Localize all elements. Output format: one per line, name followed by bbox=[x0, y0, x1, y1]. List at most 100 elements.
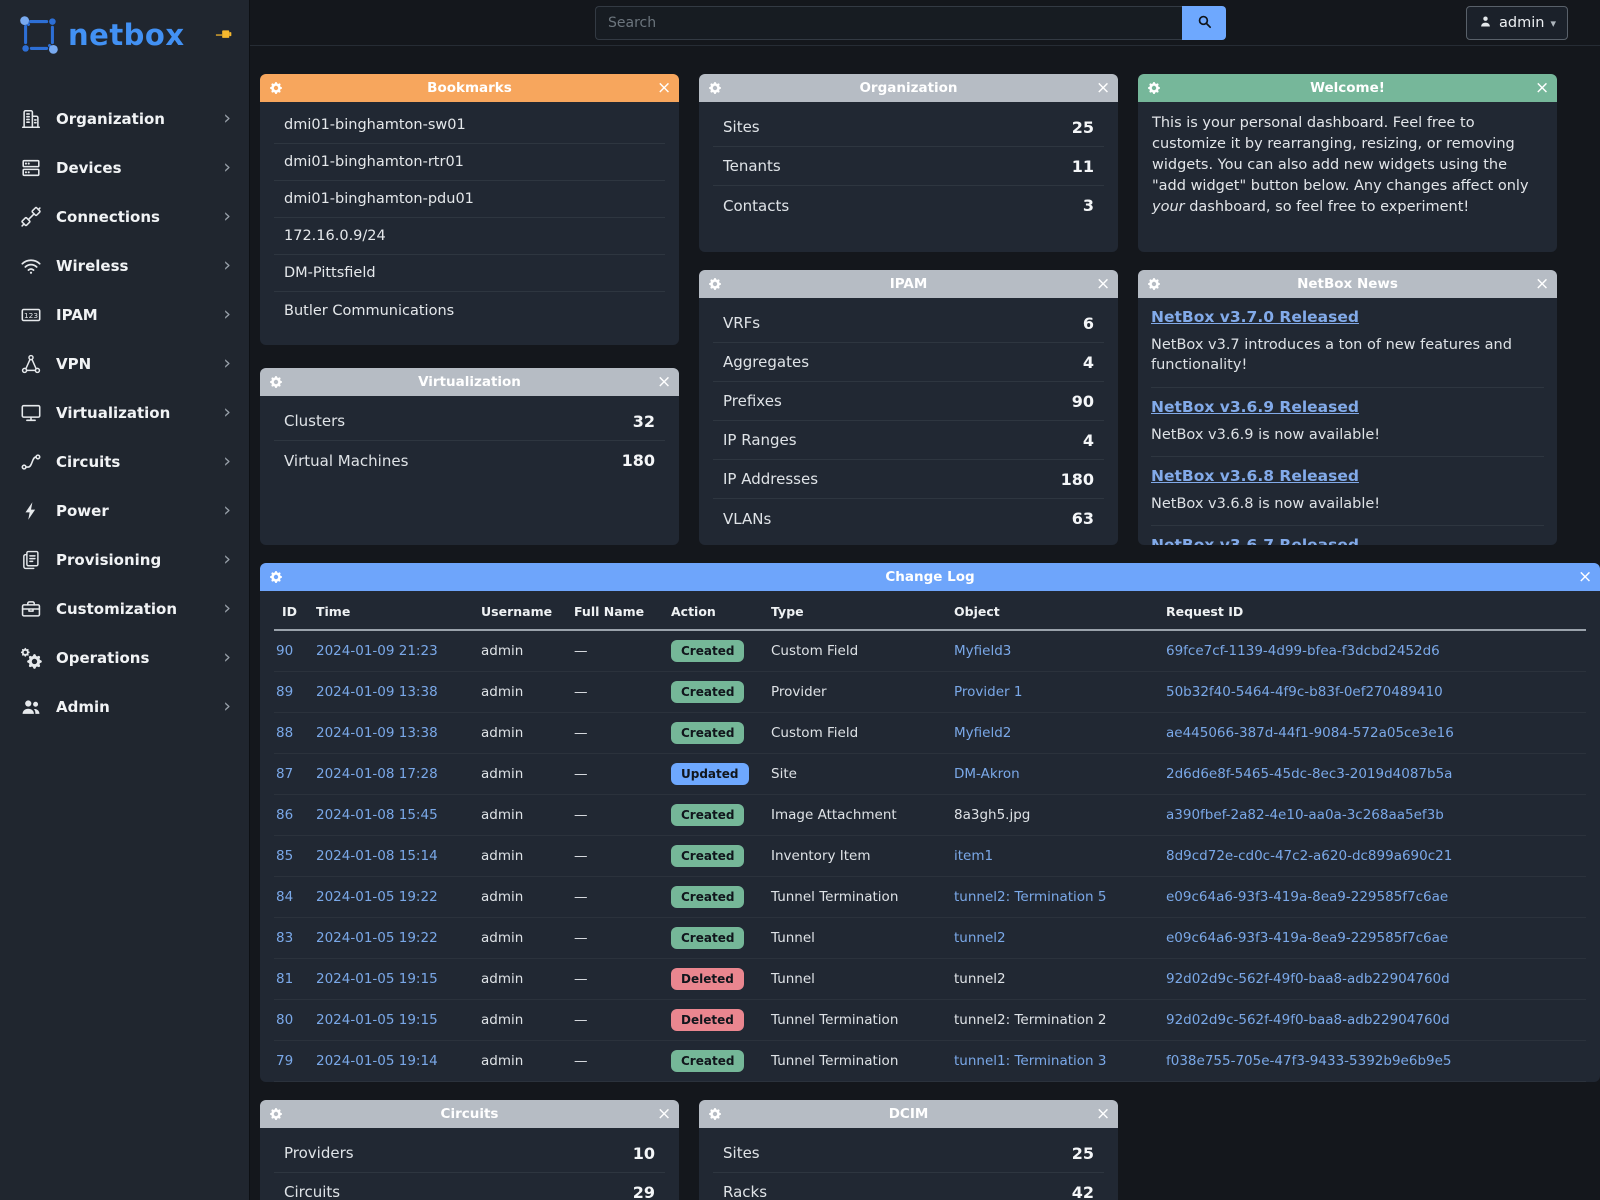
sidebar-item[interactable]: Devices › bbox=[0, 143, 249, 192]
close-icon[interactable]: × bbox=[657, 80, 669, 97]
change-object[interactable]: Myfield2 bbox=[954, 725, 1011, 741]
change-time-link[interactable]: 2024-01-05 19:22 bbox=[316, 889, 438, 905]
sidebar-item[interactable]: Provisioning › bbox=[0, 535, 249, 584]
sidebar-item[interactable]: Operations › bbox=[0, 633, 249, 682]
gear-icon[interactable] bbox=[1148, 278, 1160, 290]
change-object[interactable]: tunnel2 bbox=[954, 971, 1006, 987]
request-id-link[interactable]: e09c64a6-93f3-419a-8ea9-229585f7c6ae bbox=[1166, 930, 1448, 946]
stat-value[interactable]: 63 bbox=[1072, 509, 1094, 528]
sidebar-item[interactable]: Organization › bbox=[0, 94, 249, 143]
bookmark-item[interactable]: dmi01-binghamton-sw01 bbox=[274, 107, 665, 144]
bookmark-item[interactable]: Butler Communications bbox=[274, 292, 665, 329]
stat-value[interactable]: 6 bbox=[1083, 314, 1094, 333]
change-object[interactable]: DM-Akron bbox=[954, 766, 1020, 782]
close-icon[interactable]: × bbox=[1535, 276, 1547, 293]
stat-value[interactable]: 90 bbox=[1072, 392, 1094, 411]
stat-value[interactable]: 42 bbox=[1072, 1183, 1094, 1200]
change-time-link[interactable]: 2024-01-08 17:28 bbox=[316, 766, 438, 782]
request-id-link[interactable]: f038e755-705e-47f3-9433-5392b9e6b9e5 bbox=[1166, 1053, 1452, 1069]
gear-icon[interactable] bbox=[709, 278, 721, 290]
request-id-link[interactable]: 92d02d9c-562f-49f0-baa8-adb22904760d bbox=[1166, 1012, 1450, 1028]
gear-icon[interactable] bbox=[270, 82, 282, 94]
change-object[interactable]: item1 bbox=[954, 848, 993, 864]
sidebar-item[interactable]: VPN › bbox=[0, 339, 249, 388]
sidebar-item[interactable]: 123 IPAM › bbox=[0, 290, 249, 339]
change-object[interactable]: tunnel2: Termination 2 bbox=[954, 1012, 1107, 1028]
change-time-link[interactable]: 2024-01-09 21:23 bbox=[316, 643, 438, 659]
change-id-link[interactable]: 86 bbox=[276, 807, 293, 823]
request-id-link[interactable]: a390fbef-2a82-4e10-aa0a-3c268aa5ef3b bbox=[1166, 807, 1444, 823]
close-icon[interactable]: × bbox=[657, 1106, 669, 1123]
stat-value[interactable]: 29 bbox=[633, 1183, 655, 1200]
stat-value[interactable]: 4 bbox=[1083, 431, 1094, 450]
bookmark-item[interactable]: DM-Pittsfield bbox=[274, 255, 665, 292]
news-link[interactable]: NetBox v3.6.9 Released bbox=[1151, 398, 1359, 416]
stat-value[interactable]: 4 bbox=[1083, 353, 1094, 372]
change-id-link[interactable]: 83 bbox=[276, 930, 293, 946]
change-id-link[interactable]: 79 bbox=[276, 1053, 293, 1069]
gear-icon[interactable] bbox=[270, 1108, 282, 1120]
sidebar-item[interactable]: Admin › bbox=[0, 682, 249, 731]
sidebar-item[interactable]: Connections › bbox=[0, 192, 249, 241]
change-id-link[interactable]: 90 bbox=[276, 643, 293, 659]
gear-icon[interactable] bbox=[270, 571, 282, 583]
change-time-link[interactable]: 2024-01-08 15:45 bbox=[316, 807, 438, 823]
user-menu-button[interactable]: admin ▾ bbox=[1466, 6, 1568, 40]
change-id-link[interactable]: 84 bbox=[276, 889, 293, 905]
request-id-link[interactable]: 69fce7cf-1139-4d99-bfea-f3dcbd2452d6 bbox=[1166, 643, 1440, 659]
change-id-link[interactable]: 87 bbox=[276, 766, 293, 782]
stat-value[interactable]: 32 bbox=[633, 412, 655, 431]
change-time-link[interactable]: 2024-01-05 19:14 bbox=[316, 1053, 438, 1069]
gear-icon[interactable] bbox=[1148, 82, 1160, 94]
change-object[interactable]: tunnel2 bbox=[954, 930, 1006, 946]
bookmark-item[interactable]: dmi01-binghamton-rtr01 bbox=[274, 144, 665, 181]
change-object[interactable]: tunnel2: Termination 5 bbox=[954, 889, 1107, 905]
stat-value[interactable]: 180 bbox=[1061, 470, 1094, 489]
gear-icon[interactable] bbox=[709, 1108, 721, 1120]
change-object[interactable]: tunnel1: Termination 3 bbox=[954, 1053, 1107, 1069]
sidebar-item[interactable]: Virtualization › bbox=[0, 388, 249, 437]
search-input[interactable] bbox=[595, 6, 1182, 40]
change-id-link[interactable]: 88 bbox=[276, 725, 293, 741]
sidebar-item[interactable]: Power › bbox=[0, 486, 249, 535]
request-id-link[interactable]: 8d9cd72e-cd0c-47c2-a620-dc899a690c21 bbox=[1166, 848, 1452, 864]
change-time-link[interactable]: 2024-01-05 19:15 bbox=[316, 971, 438, 987]
change-id-link[interactable]: 89 bbox=[276, 684, 293, 700]
close-icon[interactable]: × bbox=[1096, 1106, 1108, 1123]
stat-value[interactable]: 10 bbox=[633, 1144, 655, 1163]
change-object[interactable]: Myfield3 bbox=[954, 643, 1011, 659]
brand[interactable]: netbox bbox=[0, 0, 249, 68]
stat-value[interactable]: 3 bbox=[1083, 196, 1094, 215]
sidebar-item[interactable]: Wireless › bbox=[0, 241, 249, 290]
request-id-link[interactable]: 50b32f40-5464-4f9c-b83f-0ef270489410 bbox=[1166, 684, 1443, 700]
request-id-link[interactable]: 92d02d9c-562f-49f0-baa8-adb22904760d bbox=[1166, 971, 1450, 987]
change-id-link[interactable]: 85 bbox=[276, 848, 293, 864]
change-time-link[interactable]: 2024-01-08 15:14 bbox=[316, 848, 438, 864]
change-time-link[interactable]: 2024-01-05 19:15 bbox=[316, 1012, 438, 1028]
stat-value[interactable]: 25 bbox=[1072, 118, 1094, 137]
request-id-link[interactable]: e09c64a6-93f3-419a-8ea9-229585f7c6ae bbox=[1166, 889, 1448, 905]
news-link[interactable]: NetBox v3.6.8 Released bbox=[1151, 467, 1359, 485]
sidebar-item[interactable]: Circuits › bbox=[0, 437, 249, 486]
request-id-link[interactable]: ae445066-387d-44f1-9084-572a05ce3e16 bbox=[1166, 725, 1454, 741]
close-icon[interactable]: × bbox=[1535, 80, 1547, 97]
change-time-link[interactable]: 2024-01-05 19:22 bbox=[316, 930, 438, 946]
gear-icon[interactable] bbox=[709, 82, 721, 94]
close-icon[interactable]: × bbox=[1096, 80, 1108, 97]
change-object[interactable]: Provider 1 bbox=[954, 684, 1022, 700]
change-time-link[interactable]: 2024-01-09 13:38 bbox=[316, 725, 438, 741]
close-icon[interactable]: × bbox=[1096, 276, 1108, 293]
bookmark-item[interactable]: dmi01-binghamton-pdu01 bbox=[274, 181, 665, 218]
request-id-link[interactable]: 2d6d6e8f-5465-45dc-8ec3-2019d4087b5a bbox=[1166, 766, 1452, 782]
search-button[interactable] bbox=[1182, 6, 1226, 40]
change-id-link[interactable]: 81 bbox=[276, 971, 293, 987]
pin-icon[interactable] bbox=[213, 25, 233, 45]
change-object[interactable]: 8a3gh5.jpg bbox=[954, 807, 1030, 823]
change-time-link[interactable]: 2024-01-09 13:38 bbox=[316, 684, 438, 700]
stat-value[interactable]: 180 bbox=[622, 451, 655, 470]
sidebar-item[interactable]: Customization › bbox=[0, 584, 249, 633]
change-id-link[interactable]: 80 bbox=[276, 1012, 293, 1028]
gear-icon[interactable] bbox=[270, 376, 282, 388]
news-link[interactable]: NetBox v3.7.0 Released bbox=[1151, 308, 1359, 326]
close-icon[interactable]: × bbox=[1578, 569, 1590, 586]
